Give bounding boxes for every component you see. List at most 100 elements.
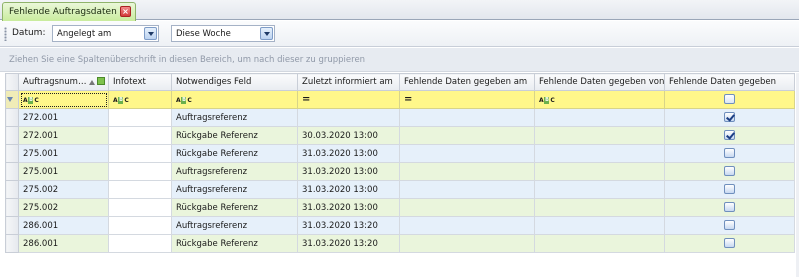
toolbar-grip-icon[interactable] xyxy=(4,27,7,41)
column-header-gegeben[interactable]: Fehlende Daten gegeben xyxy=(664,73,795,91)
column-header-auftragsnummer[interactable]: Auftragsnum… xyxy=(18,73,109,91)
contains-operator-icon[interactable]: ABC xyxy=(113,96,129,104)
table-row[interactable]: 275.001 Rückgabe Referenz 31.03.2020 13:00 xyxy=(5,144,795,163)
table-cell-auftragsnummer[interactable]: 275.002 xyxy=(18,198,109,217)
table-cell-notwendiges-feld[interactable]: Rückgabe Referenz xyxy=(171,198,298,217)
filter-cell-auftragsnummer[interactable]: ABC xyxy=(18,90,109,109)
chevron-down-icon[interactable] xyxy=(260,27,273,40)
row-indicator[interactable] xyxy=(5,144,19,163)
table-cell-gegeben-von[interactable] xyxy=(534,234,665,253)
checkbox-checked[interactable] xyxy=(724,112,735,123)
filter-cell-gegeben[interactable] xyxy=(664,90,795,109)
row-indicator[interactable] xyxy=(5,108,19,127)
table-cell-infotext[interactable] xyxy=(108,144,172,163)
checkbox-unchecked[interactable] xyxy=(724,220,735,231)
table-cell-gegeben-am[interactable] xyxy=(399,180,535,199)
contains-operator-icon[interactable]: ABC xyxy=(176,96,192,104)
table-cell-gegeben-von[interactable] xyxy=(534,108,665,127)
table-cell-notwendiges-feld[interactable]: Rückgabe Referenz xyxy=(171,126,298,145)
table-cell-gegeben-am[interactable] xyxy=(399,108,535,127)
table-cell-gegeben-am[interactable] xyxy=(399,198,535,217)
table-row[interactable]: 275.002 Auftragsreferenz 31.03.2020 13:00 xyxy=(5,180,795,199)
table-row[interactable]: 272.001 Auftragsreferenz xyxy=(5,108,795,127)
chevron-down-icon[interactable] xyxy=(144,27,157,40)
filter-cell-gegeben-von[interactable]: ABC xyxy=(534,90,665,109)
date-field-select[interactable]: Angelegt am xyxy=(52,25,159,42)
column-header-gegeben-am[interactable]: Fehlende Daten gegeben am xyxy=(399,73,535,91)
row-indicator[interactable] xyxy=(5,198,19,217)
column-header-notwendiges-feld[interactable]: Notwendiges Feld xyxy=(171,73,298,91)
table-cell-gegeben-am[interactable] xyxy=(399,126,535,145)
table-cell-notwendiges-feld[interactable]: Auftragsreferenz xyxy=(171,216,298,235)
table-cell-gegeben-am[interactable] xyxy=(399,216,535,235)
table-cell-infotext[interactable] xyxy=(108,198,172,217)
filter-icon[interactable] xyxy=(97,77,105,85)
table-cell-zuletzt-informiert[interactable] xyxy=(297,108,400,127)
table-cell-zuletzt-informiert[interactable]: 31.03.2020 13:20 xyxy=(297,216,400,235)
table-cell-auftragsnummer[interactable]: 275.001 xyxy=(18,144,109,163)
table-row[interactable]: 272.001 Rückgabe Referenz 30.03.2020 13:00 xyxy=(5,126,795,145)
table-cell-notwendiges-feld[interactable]: Auftragsreferenz xyxy=(171,162,298,181)
table-cell-zuletzt-informiert[interactable]: 31.03.2020 13:00 xyxy=(297,180,400,199)
table-cell-notwendiges-feld[interactable]: Auftragsreferenz xyxy=(171,108,298,127)
column-header-zuletzt-informiert[interactable]: Zuletzt informiert am xyxy=(297,73,400,91)
table-cell-zuletzt-informiert[interactable]: 31.03.2020 13:20 xyxy=(297,234,400,253)
table-cell-infotext[interactable] xyxy=(108,234,172,253)
table-cell-auftragsnummer[interactable]: 272.001 xyxy=(18,126,109,145)
row-indicator[interactable] xyxy=(5,180,19,199)
table-cell-auftragsnummer[interactable]: 275.001 xyxy=(18,162,109,181)
table-cell-gegeben-am[interactable] xyxy=(399,162,535,181)
row-indicator[interactable] xyxy=(5,234,19,253)
table-cell-infotext[interactable] xyxy=(108,108,172,127)
table-cell-notwendiges-feld[interactable]: Rückgabe Referenz xyxy=(171,234,298,253)
filter-cell-gegeben-am[interactable]: = xyxy=(399,90,535,109)
table-cell-gegeben-von[interactable] xyxy=(534,144,665,163)
equals-operator-icon[interactable]: = xyxy=(302,94,310,105)
table-cell-infotext[interactable] xyxy=(108,162,172,181)
checkbox-unchecked[interactable] xyxy=(724,238,735,249)
table-row[interactable]: 286.001 Rückgabe Referenz 31.03.2020 13:20 xyxy=(5,234,795,253)
table-cell-zuletzt-informiert[interactable]: 31.03.2020 13:00 xyxy=(297,162,400,181)
group-panel[interactable]: Ziehen Sie eine Spaltenüberschrift in di… xyxy=(0,48,799,72)
checkbox-unchecked[interactable] xyxy=(724,166,735,177)
equals-operator-icon[interactable]: = xyxy=(404,94,412,105)
filter-cell-infotext[interactable]: ABC xyxy=(108,90,172,109)
filter-cell-zuletzt-informiert[interactable]: = xyxy=(297,90,400,109)
contains-operator-icon[interactable]: ABC xyxy=(23,96,39,104)
row-indicator[interactable] xyxy=(5,126,19,145)
checkbox-unchecked[interactable] xyxy=(724,202,735,213)
contains-operator-icon[interactable]: ABC xyxy=(539,96,555,104)
table-cell-infotext[interactable] xyxy=(108,180,172,199)
sort-ascending-icon[interactable] xyxy=(89,80,95,85)
table-cell-gegeben-von[interactable] xyxy=(534,126,665,145)
table-cell-zuletzt-informiert[interactable]: 31.03.2020 13:00 xyxy=(297,198,400,217)
table-cell-auftragsnummer[interactable]: 286.001 xyxy=(18,234,109,253)
row-indicator[interactable] xyxy=(5,162,19,181)
table-cell-gegeben-von[interactable] xyxy=(534,216,665,235)
column-header-gegeben-von[interactable]: Fehlende Daten gegeben von xyxy=(534,73,665,91)
tab-fehlende-auftragsdaten[interactable]: Fehlende Auftragsdaten × xyxy=(2,2,136,21)
table-cell-gegeben-von[interactable] xyxy=(534,198,665,217)
checkbox-checked[interactable] xyxy=(724,130,735,141)
row-indicator[interactable] xyxy=(5,216,19,235)
table-cell-zuletzt-informiert[interactable]: 31.03.2020 13:00 xyxy=(297,144,400,163)
table-cell-notwendiges-feld[interactable]: Rückgabe Referenz xyxy=(171,144,298,163)
table-row[interactable]: 286.001 Auftragsreferenz 31.03.2020 13:20 xyxy=(5,216,795,235)
table-cell-gegeben-von[interactable] xyxy=(534,180,665,199)
table-cell-auftragsnummer[interactable]: 275.002 xyxy=(18,180,109,199)
checkbox-unchecked[interactable] xyxy=(724,184,735,195)
checkbox-filter[interactable] xyxy=(724,94,735,105)
close-icon[interactable]: × xyxy=(120,6,131,17)
checkbox-unchecked[interactable] xyxy=(724,148,735,159)
table-row[interactable]: 275.001 Auftragsreferenz 31.03.2020 13:00 xyxy=(5,162,795,181)
table-cell-notwendiges-feld[interactable]: Auftragsreferenz xyxy=(171,180,298,199)
table-cell-gegeben-am[interactable] xyxy=(399,234,535,253)
table-cell-gegeben-am[interactable] xyxy=(399,144,535,163)
table-cell-auftragsnummer[interactable]: 272.001 xyxy=(18,108,109,127)
table-row[interactable]: 275.002 Rückgabe Referenz 31.03.2020 13:00 xyxy=(5,198,795,217)
column-header-infotext[interactable]: Infotext xyxy=(108,73,172,91)
filter-cell-notwendiges-feld[interactable]: ABC xyxy=(171,90,298,109)
table-cell-gegeben-von[interactable] xyxy=(534,162,665,181)
table-cell-zuletzt-informiert[interactable]: 30.03.2020 13:00 xyxy=(297,126,400,145)
period-select[interactable]: Diese Woche xyxy=(171,25,275,42)
